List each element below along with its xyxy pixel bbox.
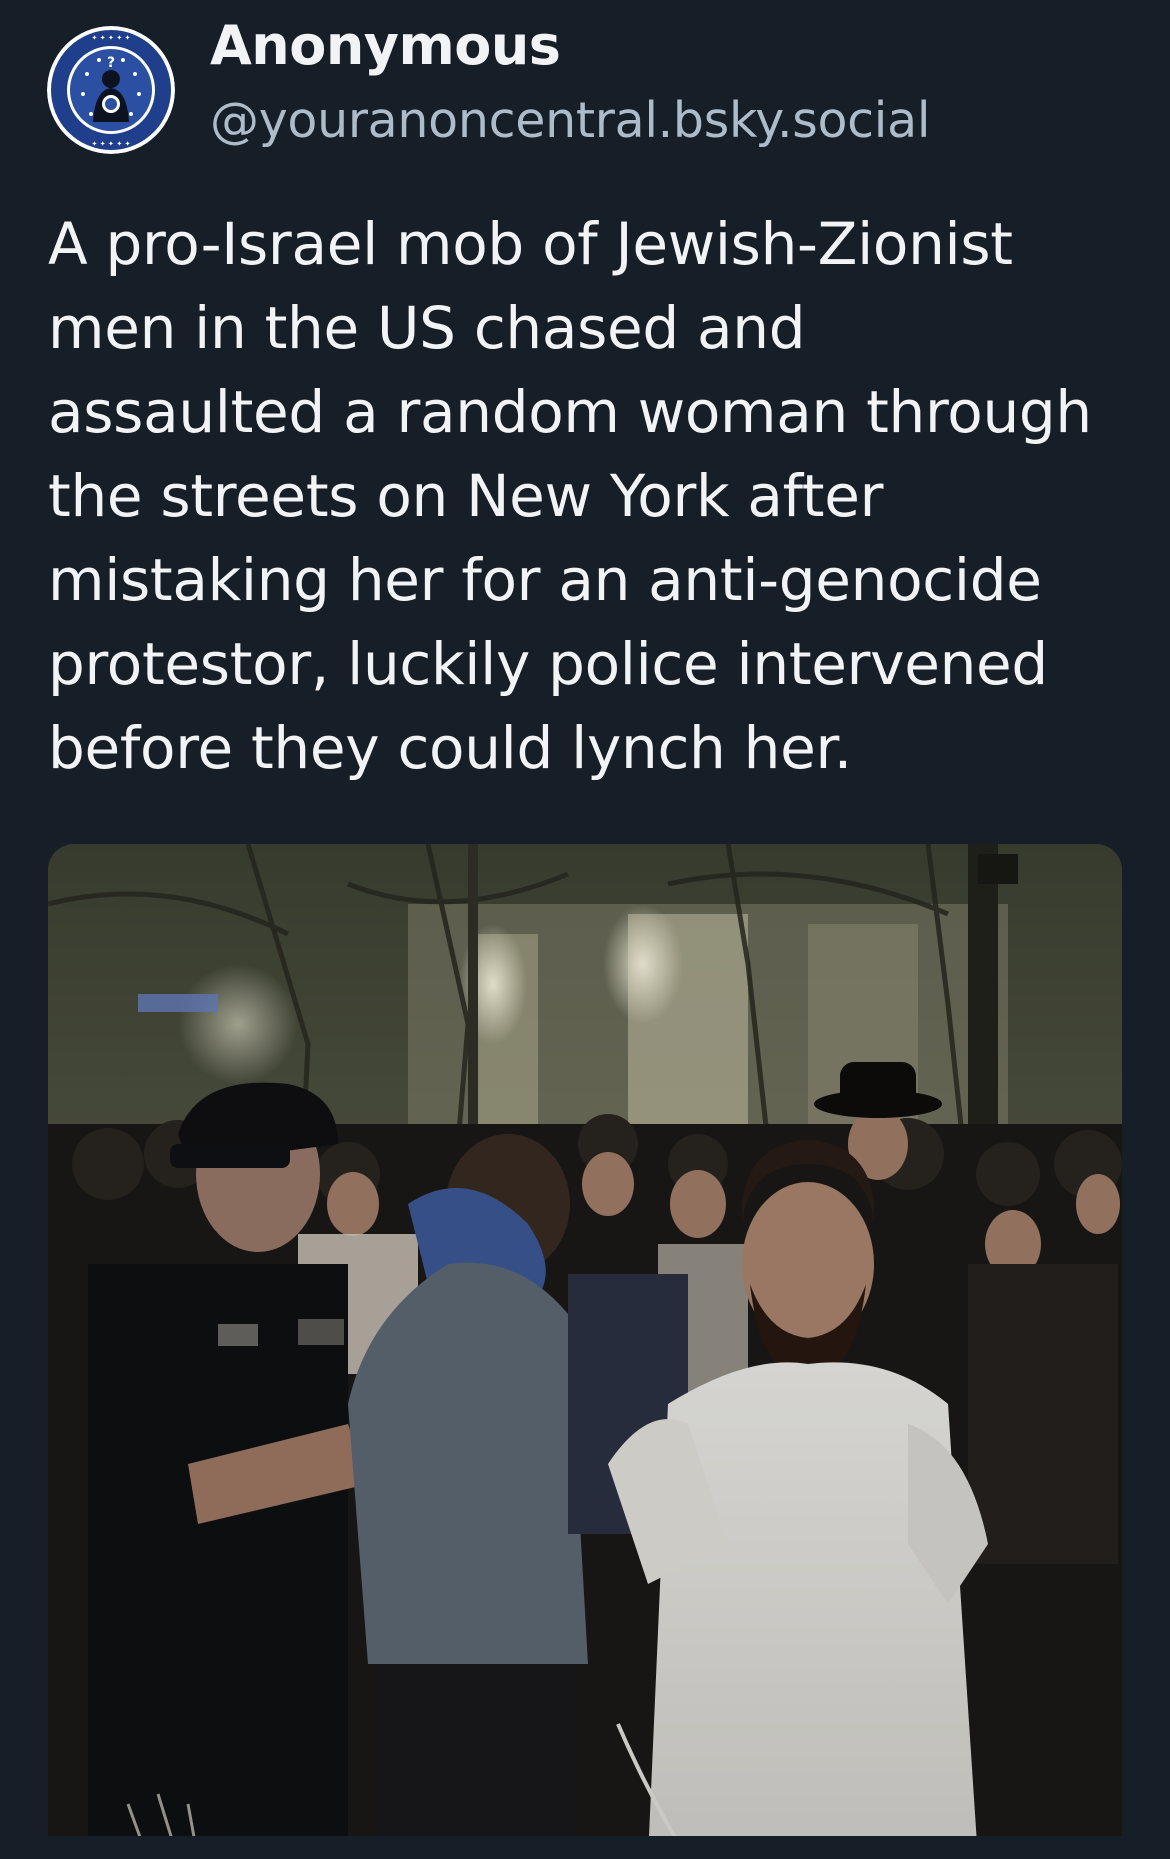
svg-text:✦ ✦ ✦ ✦ ✦: ✦ ✦ ✦ ✦ ✦ bbox=[91, 140, 130, 148]
avatar[interactable]: ✦ ✦ ✦ ✦ ✦ ✦ ✦ ✦ ✦ ✦ ? bbox=[47, 26, 175, 154]
svg-text:✦ ✦ ✦ ✦ ✦: ✦ ✦ ✦ ✦ ✦ bbox=[91, 34, 130, 42]
post: ✦ ✦ ✦ ✦ ✦ ✦ ✦ ✦ ✦ ✦ ? Anonymous @yourano… bbox=[0, 0, 1170, 1859]
bottom-divider bbox=[0, 1836, 1170, 1859]
post-text-line: men in the US chased and bbox=[48, 294, 806, 362]
post-text-line: the streets on New York after bbox=[48, 462, 884, 530]
post-text-line: A pro-Israel mob of Jewish-Zionist bbox=[48, 210, 1013, 278]
svg-text:?: ? bbox=[107, 55, 115, 71]
post-text: A pro-Israel mob of Jewish-Zionist men i… bbox=[48, 202, 1138, 790]
post-text-line: mistaking her for an anti-genocide bbox=[48, 546, 1042, 614]
anonymous-seal-icon: ✦ ✦ ✦ ✦ ✦ ✦ ✦ ✦ ✦ ✦ ? bbox=[47, 26, 175, 154]
post-text-line: assaulted a random woman through bbox=[48, 378, 1092, 446]
post-text-line: protestor, luckily police intervened bbox=[48, 630, 1048, 698]
author-handle[interactable]: @youranoncentral.bsky.social bbox=[210, 92, 930, 149]
post-media-image[interactable] bbox=[48, 844, 1122, 1859]
author-display-name[interactable]: Anonymous bbox=[210, 14, 561, 77]
street-scene-photo bbox=[48, 844, 1122, 1859]
post-text-line: before they could lynch her. bbox=[48, 714, 852, 782]
